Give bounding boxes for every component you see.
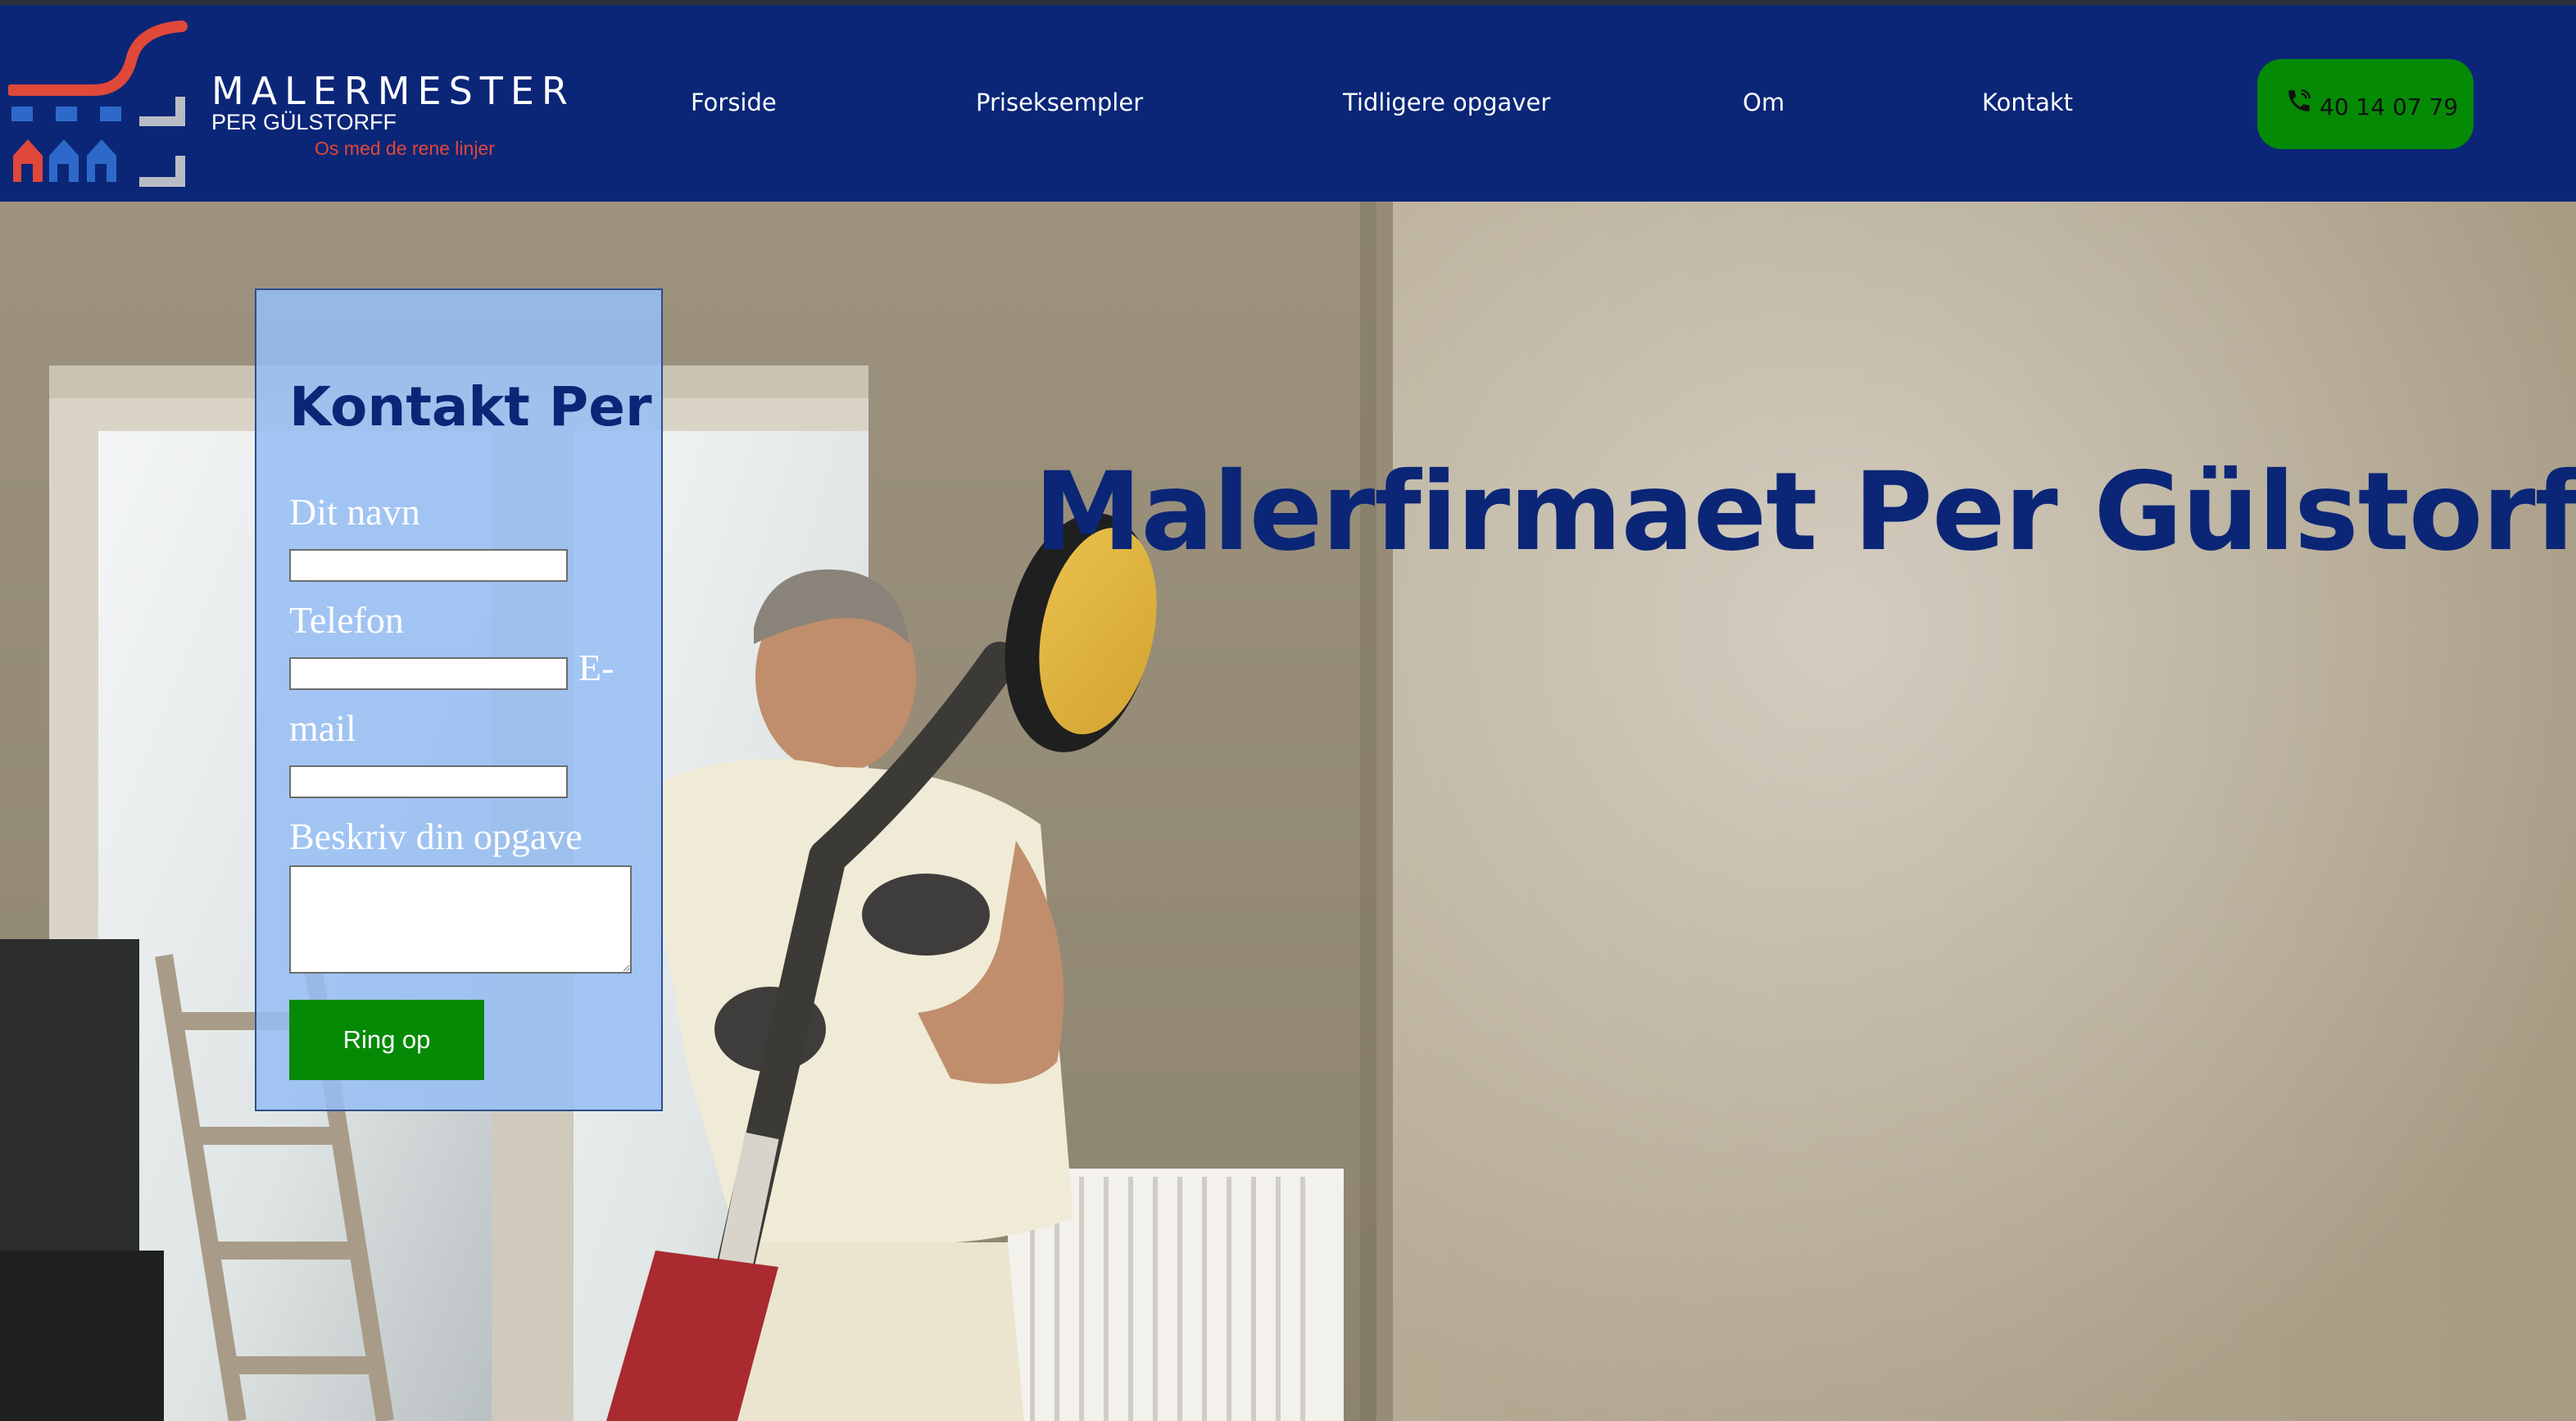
nav-item-priseksempler[interactable]: Priseksempler bbox=[976, 89, 1143, 116]
name-input[interactable] bbox=[289, 549, 568, 582]
hero-section: Malerfirmaet Per Gülstorff Kontakt Per D… bbox=[0, 202, 2576, 1421]
contact-form-title: Kontakt Per bbox=[289, 375, 652, 438]
call-phone-button[interactable]: 40 14 07 79 bbox=[2257, 59, 2474, 149]
email-label-part2: mail bbox=[289, 707, 356, 749]
phone-label: Telefon bbox=[289, 599, 404, 641]
contact-form: Kontakt Per Dit navn Telefon E- mail Bes… bbox=[255, 288, 663, 1111]
nav-item-om[interactable]: Om bbox=[1743, 89, 1785, 116]
phone-number: 40 14 07 79 bbox=[2320, 93, 2459, 120]
email-input[interactable] bbox=[289, 765, 568, 798]
brand-subname: PER GÜLSTORFF bbox=[211, 110, 397, 134]
email-label-part1: E- bbox=[578, 647, 615, 688]
task-label: Beskriv din opgave bbox=[289, 815, 583, 857]
logo-houses-icon bbox=[8, 20, 188, 187]
submit-call-button[interactable]: Ring op bbox=[289, 1000, 484, 1080]
brand-logo[interactable]: MALERMESTER PER GÜLSTORFF Os med de rene… bbox=[8, 18, 574, 190]
brand-name: MALERMESTER bbox=[211, 69, 575, 113]
brand-tagline: Os med de rene linjer bbox=[315, 138, 495, 159]
site-header: MALERMESTER PER GÜLSTORFF Os med de rene… bbox=[0, 5, 2576, 202]
phone-input[interactable] bbox=[289, 657, 568, 690]
name-label: Dit navn bbox=[289, 491, 420, 533]
nav-item-tidligere-opgaver[interactable]: Tidligere opgaver bbox=[1343, 89, 1550, 116]
task-textarea[interactable] bbox=[289, 865, 632, 974]
nav-item-kontakt[interactable]: Kontakt bbox=[1982, 89, 2073, 116]
phone-icon bbox=[2288, 89, 2311, 111]
nav-item-forside[interactable]: Forside bbox=[691, 89, 777, 116]
hero-title: Malerfirmaet Per Gülstorff bbox=[1034, 449, 2576, 576]
